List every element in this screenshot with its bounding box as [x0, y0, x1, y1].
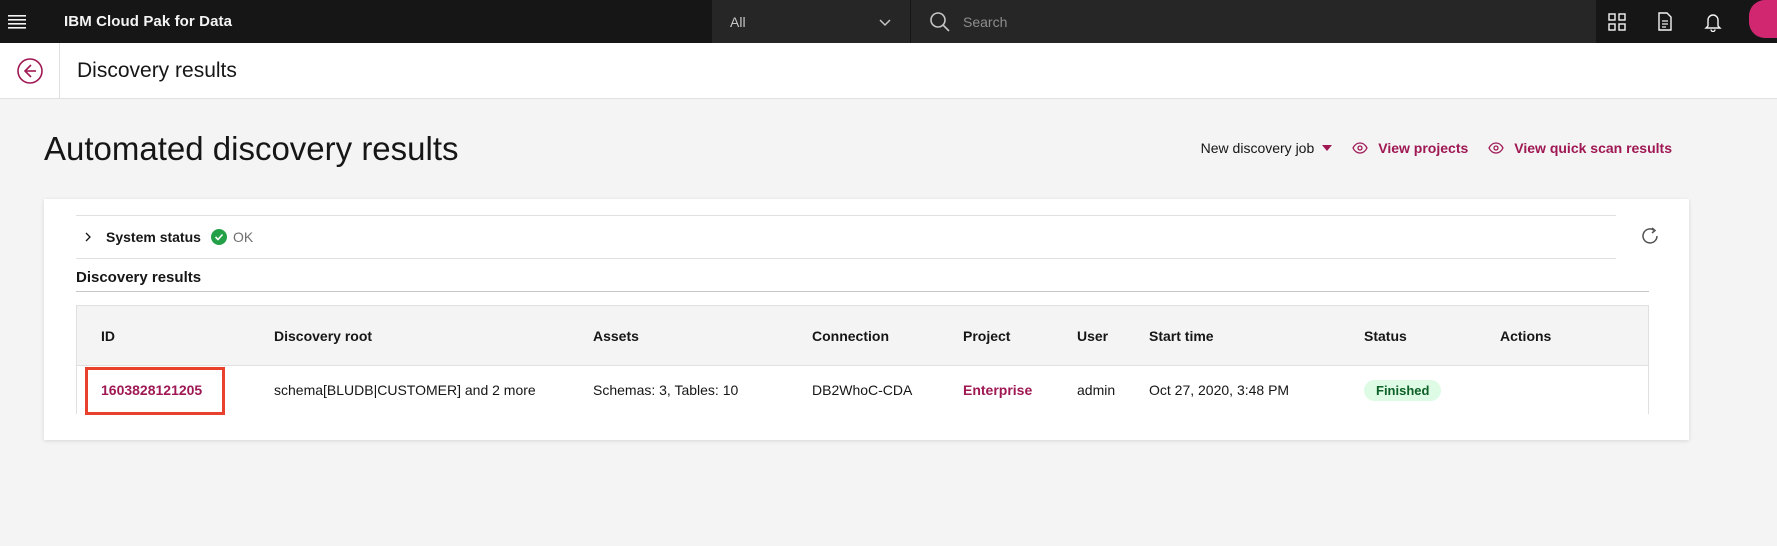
header-actions: New discovery job View projects View qui…: [1201, 140, 1672, 156]
app-switcher-icon[interactable]: [1593, 0, 1641, 43]
column-header-project[interactable]: Project: [963, 328, 1010, 344]
search-icon[interactable]: [929, 11, 951, 33]
system-status-value: OK: [232, 229, 254, 245]
column-header-start-time[interactable]: Start time: [1149, 328, 1214, 344]
status-badge: Finished: [1364, 379, 1442, 401]
chevron-down-icon: [879, 19, 891, 27]
top-nav-bar: IBM Cloud Pak for Data All: [0, 0, 1777, 43]
view-projects-link[interactable]: View projects: [1352, 140, 1468, 156]
new-discovery-job-label: New discovery job: [1200, 140, 1315, 156]
discovery-id-link[interactable]: 1603828121205: [101, 382, 202, 398]
document-icon[interactable]: [1641, 0, 1689, 43]
column-header-status[interactable]: Status: [1364, 328, 1407, 344]
discovery-results-card: System status OK Discovery results ID Di…: [44, 199, 1689, 440]
column-header-assets[interactable]: Assets: [593, 328, 639, 344]
caret-down-icon: [1322, 145, 1333, 151]
discovery-results-table: ID Discovery root Assets Connection Proj…: [76, 305, 1649, 415]
eye-icon: [1352, 142, 1368, 154]
column-header-actions: Actions: [1500, 327, 1552, 344]
search-scope-value: All: [730, 13, 746, 30]
view-projects-label: View projects: [1378, 140, 1469, 156]
product-name[interactable]: IBM Cloud Pak for Data: [64, 13, 232, 30]
view-quick-scan-label: View quick scan results: [1514, 140, 1672, 156]
system-status-row[interactable]: System status OK: [76, 215, 1616, 259]
back-button[interactable]: [0, 43, 60, 99]
main-heading: Automated discovery results: [44, 130, 459, 167]
start-time-cell: Oct 27, 2020, 3:48 PM: [1149, 382, 1290, 398]
chevron-right-icon[interactable]: [82, 231, 94, 243]
eye-icon: [1488, 142, 1505, 154]
back-arrow-circle-icon: [16, 58, 43, 84]
system-status-label: System status: [106, 229, 201, 245]
connection-cell: DB2WhoC-CDA: [812, 382, 913, 398]
global-search: [911, 0, 1596, 43]
section-title: Discovery results: [76, 269, 1649, 292]
hamburger-menu-icon[interactable]: [0, 0, 34, 43]
table-header: ID Discovery root Assets Connection Proj…: [77, 306, 1648, 366]
checkmark-filled-icon: [210, 229, 227, 245]
refresh-icon[interactable]: [1639, 225, 1661, 247]
search-input[interactable]: [963, 13, 1563, 30]
column-header-user[interactable]: User: [1077, 328, 1108, 344]
user-avatar[interactable]: [1749, 0, 1777, 38]
new-discovery-job-dropdown[interactable]: New discovery job: [1201, 140, 1333, 156]
discovery-root-cell: schema[BLUDB|CUSTOMER] and 2 more: [274, 382, 536, 398]
column-header-connection[interactable]: Connection: [812, 328, 889, 344]
table-row: 1603828121205 schema[BLUDB|CUSTOMER] and…: [77, 366, 1648, 415]
notification-bell-icon[interactable]: [1689, 0, 1737, 43]
search-scope-dropdown[interactable]: All: [712, 0, 910, 43]
assets-cell: Schemas: 3, Tables: 10: [593, 382, 739, 398]
column-header-id[interactable]: ID: [101, 328, 115, 344]
user-cell: admin: [1077, 382, 1116, 398]
view-quick-scan-results-link[interactable]: View quick scan results: [1488, 140, 1672, 156]
page-title: Discovery results: [77, 59, 237, 82]
column-header-discovery-root[interactable]: Discovery root: [274, 328, 372, 344]
page-header: Discovery results: [0, 43, 1777, 99]
project-link[interactable]: Enterprise: [963, 382, 1032, 398]
